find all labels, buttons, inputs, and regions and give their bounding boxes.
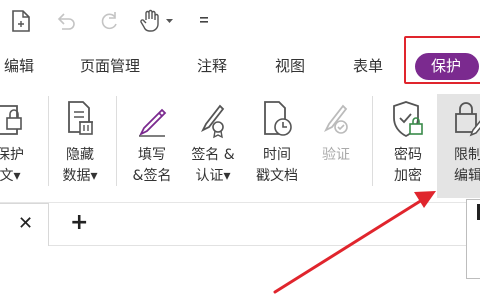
annotation-arrow [273, 191, 436, 294]
